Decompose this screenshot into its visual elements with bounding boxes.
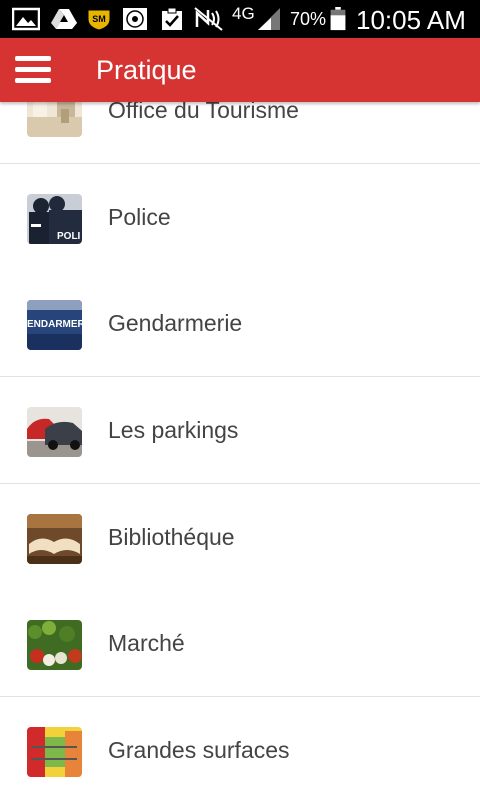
signal-icon	[258, 8, 280, 30]
list-item-label: Grandes surfaces	[108, 737, 290, 763]
list-item-grandes-surfaces[interactable]: Grandes surfaces	[0, 697, 480, 800]
list-item-police[interactable]: POLI Police	[0, 164, 480, 272]
status-bar: SM 4G 70% 10:05 AM	[0, 0, 480, 38]
list-item-office-du-tourisme[interactable]: Office du Tourisme	[0, 102, 480, 165]
list-item-label: Police	[108, 204, 171, 230]
supermarket-thumbnail	[27, 727, 82, 777]
image-icon	[12, 7, 40, 31]
police-thumbnail: POLI	[27, 194, 82, 244]
shield-logo-icon	[123, 8, 147, 30]
battery-percent: 70%	[290, 9, 327, 29]
nfc-muted-icon	[194, 7, 223, 31]
parking-thumbnail	[27, 407, 82, 457]
list-item-bibliotheque[interactable]: Bibliothéque	[0, 484, 480, 592]
sm-badge-icon: SM	[87, 9, 111, 31]
police-thumb-text: POLI	[57, 231, 81, 242]
list-item-marche[interactable]: Marché	[0, 590, 480, 698]
market-thumbnail	[27, 620, 82, 670]
clipboard-check-icon	[162, 7, 182, 30]
tourism-office-thumbnail	[27, 102, 82, 137]
app-bar: Pratique	[0, 38, 480, 102]
list-item-label: Office du Tourisme	[108, 102, 299, 123]
gendarmerie-thumb-text: ENDARMER	[27, 319, 82, 330]
list-item-label: Marché	[108, 630, 185, 656]
pratique-list: Office du Tourisme POLI Police ENDARMER	[0, 102, 480, 800]
network-type: 4G	[232, 4, 255, 23]
page-title: Pratique	[96, 55, 197, 85]
gendarmerie-thumbnail: ENDARMER	[27, 300, 82, 350]
library-thumbnail	[27, 514, 82, 564]
list-item-label: Bibliothéque	[108, 524, 235, 550]
list-item-label: Gendarmerie	[108, 310, 243, 336]
list-item-les-parkings[interactable]: Les parkings	[0, 377, 480, 485]
clock: 10:05 AM	[356, 5, 466, 35]
battery-icon	[330, 7, 346, 31]
list-item-label: Les parkings	[108, 417, 239, 443]
hamburger-menu-icon[interactable]	[10, 48, 56, 92]
list-item-gendarmerie[interactable]: ENDARMER Gendarmerie	[0, 270, 480, 378]
sm-badge-text: SM	[92, 14, 106, 24]
drive-icon	[51, 9, 77, 29]
